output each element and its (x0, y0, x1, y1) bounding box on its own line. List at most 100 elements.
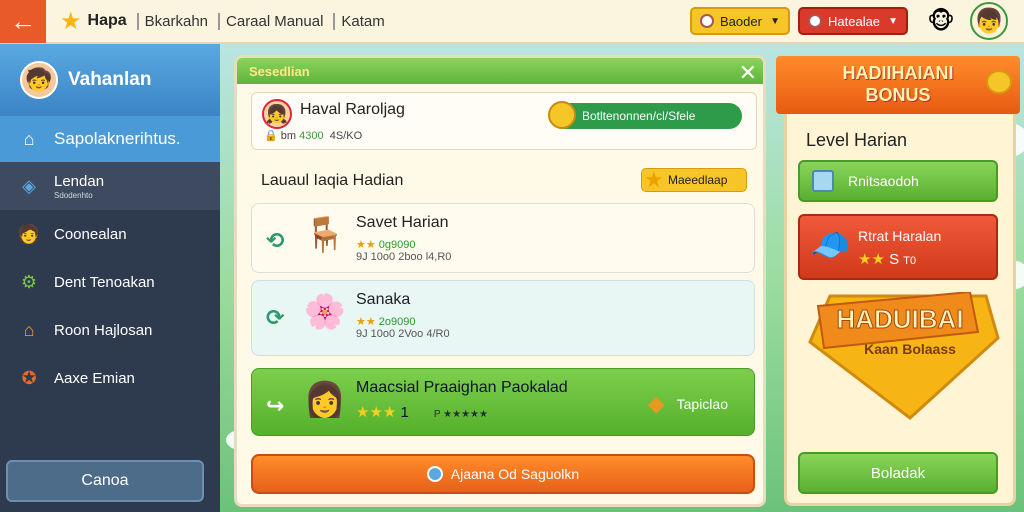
sidebar-item-label: Lendan (54, 172, 105, 190)
quest-level: 1 (400, 404, 409, 421)
currency-dropdown[interactable]: Baoder ▼ (690, 7, 790, 35)
sidebar-item-label: Coonealan (54, 225, 127, 243)
bonus-button-2-title: Rtrat Haralan (858, 228, 942, 244)
quest-image: 🪑 (303, 216, 347, 254)
stats-prefix: bm (280, 130, 297, 142)
notification-label: Hatealae (828, 13, 881, 29)
gift-icon: ◆ (647, 391, 665, 416)
medal-icon: ✪ (21, 367, 37, 388)
coin-icon (548, 101, 576, 129)
panel-header-label: Sesedlian (249, 63, 310, 79)
refresh-icon: ⟳ (266, 305, 285, 330)
chevron-down-icon: ▼ (888, 15, 898, 27)
banner-line-2: BONUS (865, 85, 931, 105)
quest-reward: ◆ Tapiclao (648, 391, 728, 417)
sidebar-item-1[interactable]: ◈ Lendan Sdodenhto (0, 162, 220, 210)
quest-details: 9J 10o0 2boo l4,R0 (356, 251, 452, 263)
chat-bubble-icon (986, 70, 1012, 94)
crumb-2[interactable]: Caraal (218, 12, 270, 30)
section-title: Lauaul Iaqia Hadian (261, 172, 404, 189)
reward-ribbon: HADUIBAI Kaan Bolaass (808, 292, 1000, 420)
ribbon-line-2: Kaan Bolaass (864, 341, 956, 357)
quest-name: Sanaka (356, 291, 411, 308)
claim-button[interactable]: Boladak (798, 452, 998, 494)
quest-stars: ★★★ (356, 404, 397, 421)
main-panel: Sesedlian ✕ 👧 Haval Raroljag 🔒 bm 4300 4… (234, 55, 766, 507)
close-icon[interactable]: ✕ (739, 60, 757, 86)
panel-header: Sesedlian (237, 58, 763, 84)
arrow-left-icon: ← (10, 5, 36, 36)
sidebar-item-5[interactable]: ✪ Aaxe Emian (0, 354, 220, 402)
sidebar-item-label: Dent Tenoakan (54, 273, 155, 291)
back-button[interactable]: ← (0, 0, 46, 43)
character-icon: 🧑 (17, 223, 41, 244)
quest-score: 0g9090 (378, 239, 416, 251)
bonus-button-2-stats: ★★ S T0 (858, 250, 916, 268)
quest-card-2[interactable]: ⟳ 🌸 Sanaka ★★ 2o9090 9J 10o0 2Voo 4/R0 (251, 280, 755, 356)
bonus-button-1-label: Rnitsaodoh (848, 173, 919, 189)
sidebar: 🧒 Vahanlan ⌂ Sapolaknerihtus. ◈ Lendan S… (0, 44, 220, 512)
quest-small: P ★★★★★ (433, 409, 488, 420)
sidebar-item-4[interactable]: ⌂ Roon Hajlosan (0, 306, 220, 354)
quest-card-1[interactable]: ⟲ 🪑 Savet Harian ★★ 0g9090 9J 10o0 2boo … (251, 203, 755, 273)
globe-icon (426, 466, 443, 482)
gear-icon: ⚙ (20, 271, 38, 292)
profile-action-label: Botltenonnen/cl/Sfele (582, 109, 696, 123)
sidebar-item-label: Sapolaknerihtus. (54, 129, 181, 148)
character-icon: 🧢 (810, 227, 850, 263)
section-badge-label: Maeedlaap (668, 173, 728, 187)
main-action-label: Ajaana Od Saguolkn (450, 466, 580, 482)
quest-details: 9J 10o0 2Voo 4/R0 (356, 328, 450, 340)
quest-image: 🌸 (303, 293, 347, 331)
quest-image: 👩 (303, 381, 347, 419)
avatar: 👧 (262, 99, 292, 129)
crumb-4[interactable]: Katam (333, 12, 385, 30)
coin-icon (700, 14, 714, 28)
sidebar-header: 🧒 Vahanlan (0, 44, 220, 116)
mascot-icon[interactable]: 🐵 (922, 2, 960, 40)
quest-stars: ★★ (356, 239, 376, 251)
crumb-3[interactable]: Manual (274, 13, 323, 30)
bonus-panel (784, 58, 1016, 506)
bonus-stars: ★★ (858, 251, 885, 268)
crumb-1[interactable]: Bkarkahn (136, 12, 208, 30)
bonus-button-2[interactable]: 🧢 Rtrat Haralan ★★ S T0 (798, 214, 998, 280)
quest-meta: ★★ 2o9090 9J 10o0 2Voo 4/R0 (356, 315, 450, 340)
bonus-button-1[interactable]: Rnitsaodoh (798, 160, 998, 202)
sidebar-item-sublabel: Sdodenhto (54, 190, 93, 200)
quest-reward-label: Tapiclao (676, 396, 728, 412)
profile-action-button[interactable]: Botltenonnen/cl/Sfele (548, 101, 742, 129)
ribbon-line-1: HADUIBAI (836, 304, 963, 334)
profile-avatar[interactable]: 👦 (970, 2, 1008, 40)
sidebar-item-2[interactable]: 🧑 Coonealan (0, 210, 220, 258)
profile-stats: 🔒 bm 4300 4S/KO (264, 129, 362, 142)
quest-score: 2o9090 (378, 316, 416, 328)
quest-card-3[interactable]: ↪ 👩 Maacsial Praaighan Paokalad ★★★ 1 P … (251, 368, 755, 436)
quest-name: Savet Harian (356, 214, 449, 231)
bonus-tail: T0 (903, 255, 917, 267)
shield-icon: ◈ (22, 175, 36, 196)
star-icon: ★ (644, 167, 664, 192)
banner-line-1: HADIIHAIANI (842, 63, 954, 83)
quest-meta: ★★ 0g9090 9J 10o0 2boo l4,R0 (356, 238, 451, 263)
lock-icon: 🔒 (264, 130, 278, 142)
quest-name: Maacsial Praaighan Paokalad (356, 379, 568, 396)
house-icon: ⌂ (23, 128, 35, 149)
sidebar-item-label: Roon Hajlosan (54, 321, 153, 339)
stats-suffix: 4S/KO (329, 130, 363, 142)
bonus-banner: HADIIHAIANI BONUS (776, 56, 1020, 114)
sidebar-item-3[interactable]: ⚙ Dent Tenoakan (0, 258, 220, 306)
main-action-button[interactable]: Ajaana Od Saguolkn (251, 454, 755, 494)
sidebar-item-0[interactable]: ⌂ Sapolaknerihtus. (0, 116, 220, 162)
notification-dropdown[interactable]: Hatealae ▼ (798, 7, 908, 35)
sidebar-username: Vahanlan (68, 69, 152, 90)
app-title: Hapa (87, 12, 127, 29)
home-icon: ⌂ (23, 319, 35, 340)
avatar[interactable]: 🧒 (20, 61, 58, 99)
chevron-down-icon: ▼ (770, 15, 780, 27)
share-icon: ↪ (266, 393, 285, 418)
section-badge[interactable]: ★ Maeedlaap (641, 167, 747, 192)
profile-card: 👧 Haval Raroljag 🔒 bm 4300 4S/KO Botlten… (251, 92, 757, 150)
refresh-icon: ⟲ (266, 228, 285, 253)
sidebar-button[interactable]: Canoa (6, 460, 204, 502)
